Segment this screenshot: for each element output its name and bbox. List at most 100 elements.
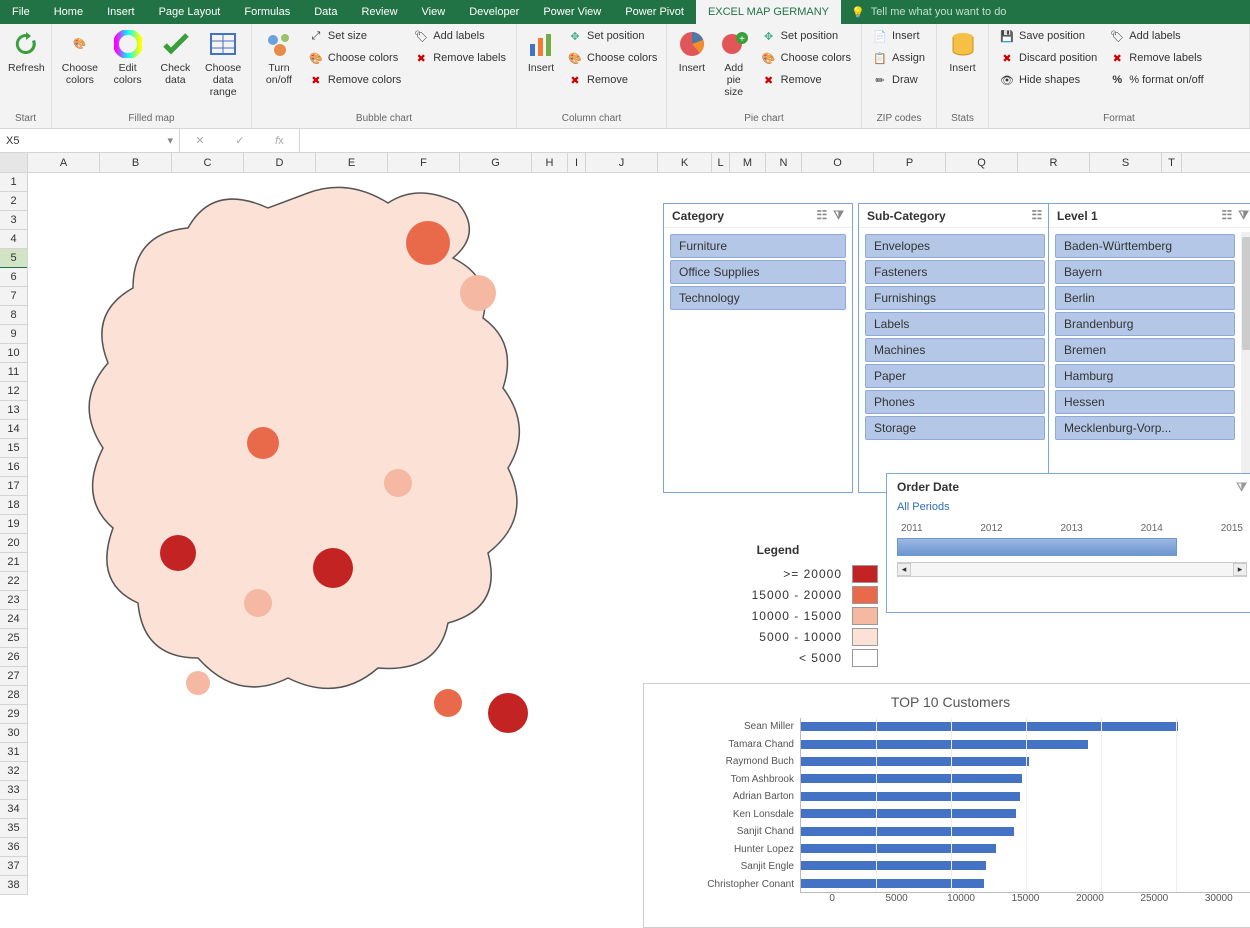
row-header[interactable]: 7	[0, 287, 27, 306]
row-header[interactable]: 13	[0, 401, 27, 420]
choose-range-button[interactable]: Choose data range	[201, 26, 245, 100]
row-header[interactable]: 14	[0, 420, 27, 439]
slicer-item[interactable]: Labels	[865, 312, 1045, 336]
pct-format-button[interactable]: %% format on/off	[1105, 70, 1207, 90]
col-header[interactable]: O	[802, 153, 874, 172]
row-header[interactable]: 20	[0, 534, 27, 553]
row-header[interactable]: 32	[0, 762, 27, 781]
select-all-corner[interactable]	[0, 153, 28, 172]
row-header[interactable]: 4	[0, 230, 27, 249]
timeline-year[interactable]: 2011	[901, 523, 923, 534]
timeline-year[interactable]: 2015	[1221, 523, 1243, 534]
add-labels-button[interactable]: 🏷Add labels	[409, 26, 510, 46]
row-header[interactable]: 26	[0, 648, 27, 667]
row-header[interactable]: 6	[0, 268, 27, 287]
chevron-down-icon[interactable]: ▾	[167, 134, 173, 147]
tab-page-layout[interactable]: Page Layout	[147, 0, 233, 24]
row-header[interactable]: 28	[0, 686, 27, 705]
multi-select-icon[interactable]: ☷	[817, 208, 828, 223]
timeline-year[interactable]: 2014	[1141, 523, 1163, 534]
choose-colors-button[interactable]: 🎨Choose colors	[58, 26, 102, 88]
scroll-left-icon[interactable]: ◂	[897, 563, 911, 576]
col-header[interactable]: R	[1018, 153, 1090, 172]
timeline-year[interactable]: 2012	[980, 523, 1002, 534]
row-header[interactable]: 18	[0, 496, 27, 515]
slicer-item[interactable]: Machines	[865, 338, 1045, 362]
set-size-button[interactable]: ⤢Set size	[304, 26, 405, 46]
remove-colors-button[interactable]: ✖Remove colors	[304, 70, 405, 90]
slicer-item[interactable]: Berlin	[1055, 286, 1235, 310]
col-header[interactable]: K	[658, 153, 712, 172]
tab-data[interactable]: Data	[302, 0, 349, 24]
slicer-item[interactable]: Storage	[865, 416, 1045, 440]
pie-size-button[interactable]: +Add pie size	[715, 26, 753, 100]
row-header[interactable]: 29	[0, 705, 27, 724]
slicer-item[interactable]: Office Supplies	[670, 260, 846, 284]
row-header[interactable]: 11	[0, 363, 27, 382]
col-header[interactable]: H	[532, 153, 568, 172]
slicer-item[interactable]: Technology	[670, 286, 846, 310]
col-header[interactable]: Q	[946, 153, 1018, 172]
row-header[interactable]: 34	[0, 800, 27, 819]
row-header[interactable]: 22	[0, 572, 27, 591]
slicer-item[interactable]: Fasteners	[865, 260, 1045, 284]
slicer-item[interactable]: Phones	[865, 390, 1045, 414]
row-header[interactable]: 17	[0, 477, 27, 496]
slicer-item[interactable]: Paper	[865, 364, 1045, 388]
row-header[interactable]: 9	[0, 325, 27, 344]
row-header[interactable]: 5	[0, 249, 27, 268]
row-header[interactable]: 10	[0, 344, 27, 363]
scrollbar[interactable]	[1241, 232, 1250, 484]
col-header[interactable]: E	[316, 153, 388, 172]
col-colors-button[interactable]: 🎨Choose colors	[563, 48, 661, 68]
row-header[interactable]: 3	[0, 211, 27, 230]
col-set-position-button[interactable]: ✥Set position	[563, 26, 661, 46]
tab-view[interactable]: View	[410, 0, 458, 24]
col-header[interactable]: P	[874, 153, 946, 172]
row-header[interactable]: 33	[0, 781, 27, 800]
discard-pos-button[interactable]: ✖Discard position	[995, 48, 1101, 68]
fmt-remove-labels-button[interactable]: ✖Remove labels	[1105, 48, 1207, 68]
pie-position-button[interactable]: ✥Set position	[757, 26, 855, 46]
pie-colors-button[interactable]: 🎨Choose colors	[757, 48, 855, 68]
name-box[interactable]: X5 ▾	[0, 129, 180, 152]
bubble-toggle-button[interactable]: Turn on/off	[258, 26, 300, 88]
fx-icon[interactable]: fx	[275, 135, 284, 147]
multi-select-icon[interactable]: ☷	[1032, 208, 1043, 223]
tab-power-view[interactable]: Power View	[531, 0, 613, 24]
slicer-sub-category[interactable]: Sub-Category ☷⧩ EnvelopesFastenersFurnis…	[858, 203, 1068, 493]
zip-insert-button[interactable]: 📄Insert	[868, 26, 929, 46]
pie-insert-button[interactable]: Insert	[673, 26, 711, 76]
col-header[interactable]: A	[28, 153, 100, 172]
slicer-category[interactable]: Category ☷⧩ FurnitureOffice SuppliesTech…	[663, 203, 853, 493]
col-header[interactable]: M	[730, 153, 766, 172]
col-header[interactable]: S	[1090, 153, 1162, 172]
tab-insert[interactable]: Insert	[95, 0, 147, 24]
row-header[interactable]: 25	[0, 629, 27, 648]
tab-formulas[interactable]: Formulas	[232, 0, 302, 24]
col-header[interactable]: J	[586, 153, 658, 172]
edit-colors-button[interactable]: Edit colors	[106, 26, 150, 88]
col-remove-button[interactable]: ✖Remove	[563, 70, 661, 90]
multi-select-icon[interactable]: ☷	[1222, 208, 1233, 223]
col-header[interactable]: T	[1162, 153, 1182, 172]
timeline-year[interactable]: 2013	[1060, 523, 1082, 534]
row-header[interactable]: 8	[0, 306, 27, 325]
slicer-item[interactable]: Baden-Württemberg	[1055, 234, 1235, 258]
col-header[interactable]: D	[244, 153, 316, 172]
row-header[interactable]: 12	[0, 382, 27, 401]
scroll-right-icon[interactable]: ▸	[1233, 563, 1247, 576]
slicer-item[interactable]: Furnishings	[865, 286, 1045, 310]
cancel-icon[interactable]: ✕	[195, 134, 204, 147]
column-insert-button[interactable]: Insert	[523, 26, 559, 76]
row-header[interactable]: 37	[0, 857, 27, 876]
stats-insert-button[interactable]: Insert	[943, 26, 982, 76]
pie-remove-button[interactable]: ✖Remove	[757, 70, 855, 90]
slicer-item[interactable]: Furniture	[670, 234, 846, 258]
formula-input[interactable]	[300, 129, 1250, 152]
col-header[interactable]: G	[460, 153, 532, 172]
bubble-colors-button[interactable]: 🎨Choose colors	[304, 48, 405, 68]
row-header[interactable]: 30	[0, 724, 27, 743]
col-header[interactable]: L	[712, 153, 730, 172]
tab-developer[interactable]: Developer	[457, 0, 531, 24]
